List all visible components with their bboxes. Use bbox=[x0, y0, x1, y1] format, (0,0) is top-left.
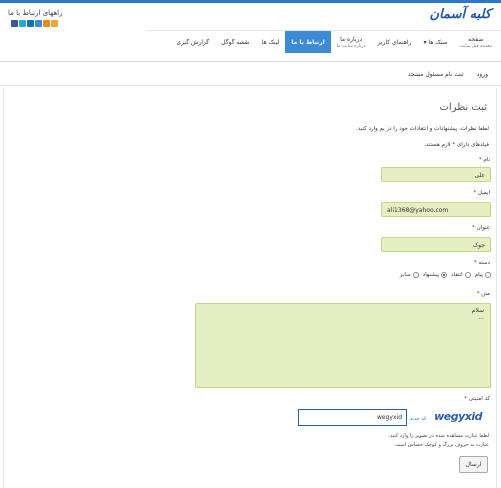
captcha-label: کد امنیتی * bbox=[464, 396, 490, 402]
nav-item-styles[interactable]: سبک ها ▾ bbox=[418, 31, 454, 53]
type-radio-group: پیام انتقاد پیشنهاد سایر bbox=[396, 272, 491, 278]
nav-label: صفحه bbox=[468, 35, 484, 43]
captcha-hint: لطفا عبارت مشاهده شده در تصویر را وارد ک… bbox=[388, 433, 489, 439]
twitter-icon[interactable] bbox=[19, 20, 26, 27]
subject-label: عنوان * bbox=[472, 225, 490, 231]
nav-item-contact[interactable]: ارتباط با ما bbox=[285, 31, 331, 53]
type-option-suggestion[interactable]: پیشنهاد bbox=[423, 272, 448, 278]
radio-button[interactable] bbox=[412, 272, 419, 278]
google-icon[interactable] bbox=[35, 20, 42, 27]
nav-item-reports[interactable]: گزارش گیری bbox=[170, 31, 215, 53]
captcha-image: wegyxid bbox=[434, 410, 482, 428]
radio-button[interactable] bbox=[485, 272, 491, 278]
subject-field[interactable]: جوک bbox=[381, 237, 491, 252]
name-label: نام * bbox=[478, 157, 490, 163]
type-option-other[interactable]: سایر bbox=[400, 272, 419, 278]
submit-button[interactable]: ارسال bbox=[459, 456, 488, 473]
required-note: فیلدهای دارای * لازم هستند. bbox=[423, 142, 489, 148]
main-nav: صفحه مقدمه قبل سایت سبک ها ▾ راهنمای کار… bbox=[146, 31, 498, 53]
nav-label: درباره ما bbox=[340, 35, 363, 43]
sub-nav: ورود ثبت نام مسئول مسجد bbox=[395, 71, 488, 78]
nav-label: گزارش گیری bbox=[176, 38, 210, 46]
logo-text: کلبه آسمان bbox=[429, 7, 491, 22]
facebook-icon[interactable] bbox=[11, 20, 18, 27]
nav-label: لینک ها bbox=[261, 38, 280, 46]
nav-item-home[interactable]: صفحه مقدمه قبل سایت bbox=[454, 31, 498, 53]
nav-item-links[interactable]: لینک ها bbox=[256, 31, 286, 53]
radio-button-checked[interactable] bbox=[441, 272, 448, 278]
social-icons bbox=[11, 20, 59, 27]
site-logo[interactable]: کلبه آسمان bbox=[430, 6, 491, 28]
nav-item-user-guide[interactable]: راهنمای کاربر bbox=[371, 31, 417, 53]
feed-icon[interactable] bbox=[43, 20, 50, 27]
linkedin-icon[interactable] bbox=[27, 20, 34, 27]
nav-label: سبک ها ▾ bbox=[423, 38, 448, 46]
message-line: سلام bbox=[471, 307, 484, 314]
captcha-reload-link[interactable]: کد جدید bbox=[410, 416, 426, 422]
type-label: دسته * bbox=[473, 260, 490, 266]
radio-button[interactable] bbox=[464, 272, 471, 278]
form-intro: لطفا نظرات، پیشنهادات و انتقادات خود را … bbox=[356, 126, 489, 132]
nav-label: نقشه گوگل bbox=[221, 38, 250, 46]
type-option-message[interactable]: پیام bbox=[475, 272, 491, 278]
type-option-criticism[interactable]: انتقاد bbox=[451, 272, 471, 278]
register-link[interactable]: ثبت نام مسئول مسجد bbox=[408, 71, 464, 78]
content-area bbox=[3, 88, 497, 488]
nav-item-google-map[interactable]: نقشه گوگل bbox=[215, 31, 256, 53]
nav-sublabel: مقدمه قبل سایت bbox=[459, 43, 492, 49]
name-field[interactable]: علی bbox=[381, 167, 491, 182]
message-label: متن * bbox=[476, 291, 490, 297]
nav-label: راهنمای کاربر bbox=[377, 38, 412, 46]
email-label: ایمیل * bbox=[473, 190, 490, 196]
captcha-image-text: wegyxid bbox=[434, 410, 482, 423]
page-title: ثبت نظرات bbox=[439, 102, 488, 113]
message-line: ... bbox=[478, 314, 484, 321]
nav-divider bbox=[0, 61, 501, 62]
nav-label: ارتباط با ما bbox=[291, 38, 325, 46]
message-textarea[interactable]: سلام ... bbox=[195, 303, 491, 388]
nav-item-about[interactable]: درباره ما درباره سایت ما bbox=[331, 31, 372, 53]
email-field[interactable]: ali1368@yahoo.com bbox=[381, 202, 491, 217]
login-link[interactable]: ورود bbox=[477, 71, 488, 78]
captcha-input[interactable]: wegyxid bbox=[298, 409, 407, 426]
contact-title: راههای ارتباط با ما bbox=[8, 9, 63, 17]
subnav-divider bbox=[0, 85, 501, 86]
nav-sublabel: درباره سایت ما bbox=[336, 43, 366, 49]
rss-icon[interactable] bbox=[51, 20, 58, 27]
top-accent-bar bbox=[0, 0, 501, 3]
captcha-case-hint: عبارت به حروف بزرگ و کوچک حساس است. bbox=[393, 442, 489, 448]
